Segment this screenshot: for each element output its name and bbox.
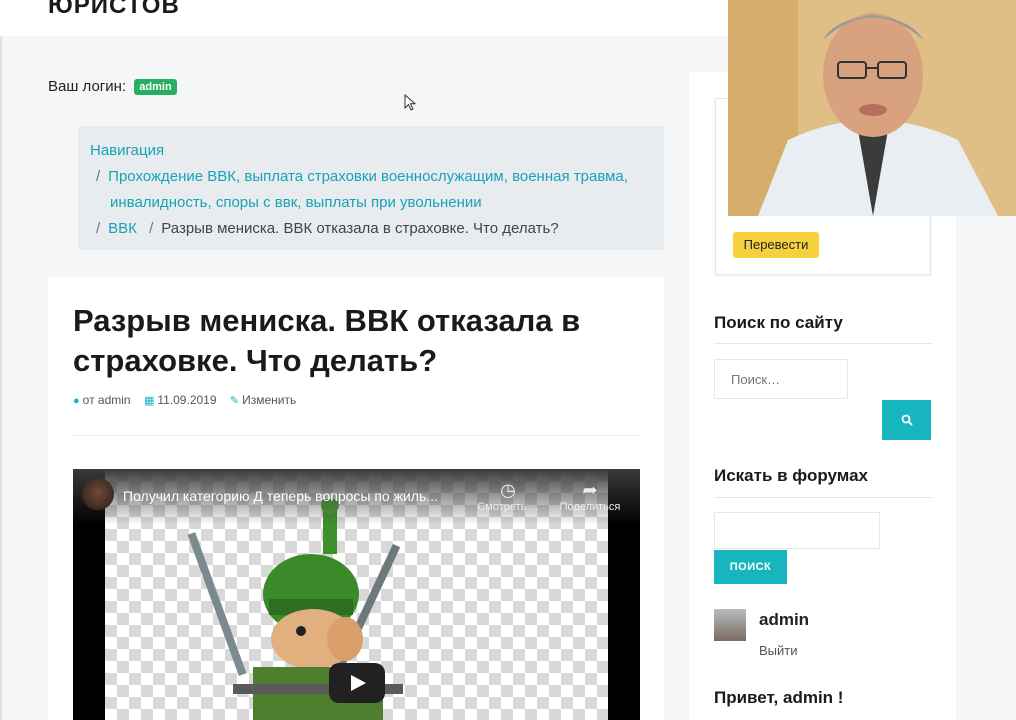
- meta-date-text: 11.09.2019: [157, 393, 217, 407]
- article-meta: ● от admin ▦ 11.09.2019 ✎ Изменить: [73, 393, 306, 407]
- cartoon-soldier-image: [187, 499, 403, 720]
- site-header: юристов: [0, 0, 728, 36]
- logout-link[interactable]: Выйти: [759, 643, 798, 658]
- meta-author[interactable]: ● от admin: [73, 393, 131, 407]
- video-embed[interactable]: Получил категорию Д теперь вопросы по жи…: [73, 469, 640, 720]
- greeting-heading: Привет, admin !: [714, 688, 844, 707]
- breadcrumb-separator: /: [96, 168, 101, 185]
- login-label: Ваш логин:: [48, 78, 127, 95]
- edit-icon: ✎: [229, 395, 240, 407]
- breadcrumb-link-vvk[interactable]: ВВК: [108, 220, 137, 237]
- search-input[interactable]: [714, 359, 848, 399]
- breadcrumb-link-category[interactable]: Прохождение ВВК, выплата страховки военн…: [108, 168, 628, 185]
- breadcrumb-current: Разрыв мениска. ВВК отказала в страховке…: [161, 220, 559, 237]
- breadcrumb-link-category-cont[interactable]: инвалидность, споры с ввк, выплаты при у…: [90, 190, 652, 216]
- search-button[interactable]: [882, 400, 931, 440]
- webcam-overlay: [728, 0, 1016, 216]
- breadcrumb-separator: /: [149, 220, 154, 237]
- forum-heading-rule: [714, 497, 932, 498]
- user-name[interactable]: admin: [759, 610, 809, 630]
- article-title: Разрыв мениска. ВВК отказала в страховке…: [73, 303, 581, 378]
- video-title[interactable]: Получил категорию Д теперь вопросы по жи…: [123, 488, 468, 504]
- search-heading-rule: [714, 343, 932, 344]
- meta-edit[interactable]: ✎ Изменить: [230, 393, 296, 407]
- search-icon: [901, 414, 913, 426]
- breadcrumb-row-2: / ВВК / Разрыв мениска. ВВК отказала в стр…: [90, 216, 652, 242]
- meta-edit-text: Изменить: [242, 393, 297, 407]
- breadcrumb-separator: /: [96, 220, 101, 237]
- channel-avatar[interactable]: [82, 478, 114, 510]
- page-left-border: [0, 0, 2, 720]
- meta-date[interactable]: ▦ 11.09.2019: [144, 393, 217, 407]
- clock-icon: ◷: [500, 480, 516, 500]
- play-button[interactable]: [329, 663, 385, 703]
- breadcrumb-nav-label[interactable]: Навигация: [90, 138, 652, 164]
- watch-later-button[interactable]: ◷ Смотреть ...: [473, 479, 543, 513]
- share-label: Поделиться: [559, 501, 621, 513]
- share-icon: ➦: [582, 480, 598, 500]
- user-avatar[interactable]: [714, 609, 746, 641]
- forum-search-button[interactable]: ПОИСК: [714, 550, 787, 584]
- login-badge: admin: [134, 79, 177, 95]
- search-heading: Поиск по сайту: [714, 313, 843, 332]
- breadcrumb: Навигация / Прохождение ВВК, выплата стра…: [78, 126, 664, 250]
- article-card: Разрыв мениска. ВВК отказала в страховке…: [48, 277, 664, 720]
- login-line: Ваш логин: admin: [48, 78, 177, 95]
- forum-search-input[interactable]: [714, 512, 880, 549]
- forum-search-heading: Искать в форумах: [714, 466, 868, 485]
- translate-button[interactable]: Перевести: [733, 232, 819, 258]
- user-icon: ●: [73, 395, 80, 407]
- meta-divider: [73, 435, 640, 436]
- calendar-icon: ▦: [143, 395, 155, 407]
- watch-later-label: Смотреть ...: [477, 501, 539, 513]
- share-button[interactable]: ➦ Поделиться: [555, 479, 625, 513]
- breadcrumb-row-1: / Прохождение ВВК, выплата страховки воен…: [90, 164, 652, 190]
- meta-author-text: от admin: [82, 393, 131, 407]
- site-title[interactable]: юристов: [48, 0, 180, 20]
- presenter-video-image: [728, 0, 1016, 216]
- mouse-cursor-icon: [404, 94, 417, 111]
